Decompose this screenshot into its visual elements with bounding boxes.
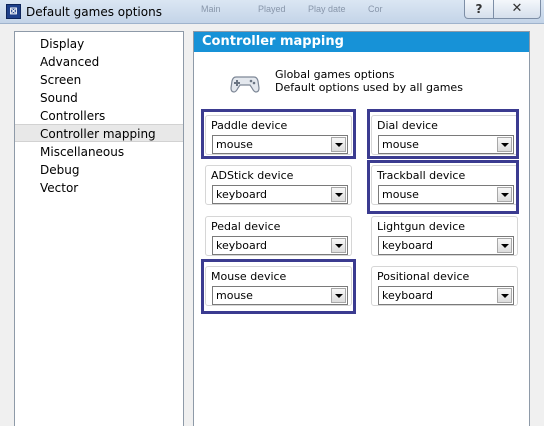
nav-item-advanced[interactable]: Advanced — [15, 53, 183, 71]
close-button[interactable]: ✕ — [493, 0, 541, 19]
help-button[interactable]: ? — [464, 0, 494, 19]
adstick-device-value: keyboard — [216, 188, 268, 201]
positional-device-value: keyboard — [382, 289, 434, 302]
chevron-down-icon[interactable] — [331, 187, 346, 202]
global-options-title: Global games options — [275, 68, 395, 81]
highlight-box-dial — [367, 109, 519, 159]
nav-item-sound[interactable]: Sound — [15, 89, 183, 107]
title-bar: ⊠ Default games options Main Played Play… — [0, 0, 544, 24]
background-menu-item: Play date — [308, 4, 346, 14]
chevron-down-icon[interactable] — [497, 238, 512, 253]
nav-item-controller-mapping[interactable]: Controller mapping — [15, 124, 183, 142]
highlight-box-trackball — [367, 160, 519, 214]
gamepad-icon — [230, 76, 260, 93]
positional-device-group: Positional device keyboard — [371, 266, 518, 306]
chevron-down-icon[interactable] — [497, 288, 512, 303]
pedal-device-label: Pedal device — [211, 220, 281, 233]
lightgun-device-value: keyboard — [382, 239, 434, 252]
positional-device-select[interactable]: keyboard — [378, 286, 514, 305]
nav-item-debug[interactable]: Debug — [15, 161, 183, 179]
highlight-box-mouse — [201, 259, 356, 314]
controller-mapping-panel: Controller mapping Global games options … — [193, 31, 530, 426]
highlight-box-paddle — [201, 109, 356, 159]
pedal-device-value: keyboard — [216, 239, 268, 252]
adstick-device-group: ADStick device keyboard — [205, 165, 352, 205]
background-menu-item: Cor — [368, 4, 383, 14]
global-options-subtitle: Default options used by all games — [275, 81, 463, 94]
adstick-device-label: ADStick device — [211, 169, 294, 182]
lightgun-device-label: Lightgun device — [377, 220, 466, 233]
chevron-down-icon[interactable] — [331, 238, 346, 253]
nav-item-controllers[interactable]: Controllers — [15, 107, 183, 125]
adstick-device-select[interactable]: keyboard — [212, 185, 348, 204]
positional-device-label: Positional device — [377, 270, 470, 283]
nav-item-vector[interactable]: Vector — [15, 179, 183, 197]
pedal-device-select[interactable]: keyboard — [212, 236, 348, 255]
app-icon: ⊠ — [6, 4, 21, 19]
nav-item-screen[interactable]: Screen — [15, 71, 183, 89]
background-menu-item: Main — [201, 4, 221, 14]
options-nav: Display Advanced Screen Sound Controller… — [14, 31, 184, 426]
lightgun-device-group: Lightgun device keyboard — [371, 216, 518, 256]
nav-item-display[interactable]: Display — [15, 35, 183, 53]
panel-title: Controller mapping — [194, 32, 529, 52]
nav-item-miscellaneous[interactable]: Miscellaneous — [15, 143, 183, 161]
pedal-device-group: Pedal device keyboard — [205, 216, 352, 256]
background-menu-item: Played — [258, 4, 286, 14]
lightgun-device-select[interactable]: keyboard — [378, 236, 514, 255]
window-title: Default games options — [26, 5, 162, 19]
